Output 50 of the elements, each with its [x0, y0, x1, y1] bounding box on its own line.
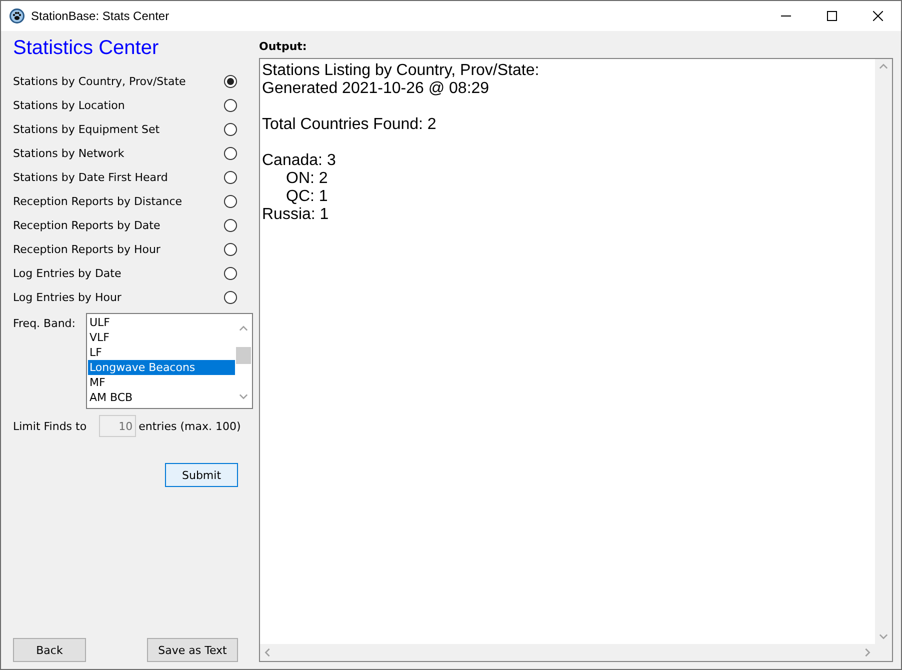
- output-line: Generated 2021-10-26 @ 08:29: [262, 80, 490, 98]
- scroll-thumb[interactable]: [236, 347, 250, 364]
- report-option-label: Stations by Country, Prov/State: [13, 74, 186, 88]
- close-icon: [873, 11, 883, 21]
- list-item[interactable]: AM BCB: [88, 390, 234, 405]
- output-line: QC: 1: [285, 188, 329, 206]
- output-label: Output:: [259, 40, 308, 55]
- submit-button[interactable]: Submit: [165, 463, 238, 487]
- radio-button[interactable]: [224, 266, 237, 280]
- output-line: Total Countries Found: 2: [262, 116, 438, 134]
- report-option-label: Reception Reports by Date: [13, 218, 160, 232]
- freq-band-label: Freq. Band:: [13, 317, 76, 330]
- output-line: ON: 2: [285, 170, 329, 188]
- report-option-label: Stations by Network: [13, 146, 124, 160]
- list-item[interactable]: VLF: [88, 330, 234, 345]
- radio-button[interactable]: [224, 290, 237, 304]
- scroll-up-icon[interactable]: [238, 324, 248, 333]
- list-item[interactable]: Longwave Beacons: [88, 360, 234, 375]
- report-option-label: Stations by Location: [13, 98, 125, 112]
- radio-button[interactable]: [224, 242, 237, 256]
- radio-button[interactable]: [224, 122, 237, 136]
- limit-field[interactable]: 10: [98, 415, 136, 437]
- radio-button[interactable]: [224, 98, 237, 112]
- radio-button[interactable]: [224, 146, 237, 160]
- footer-button[interactable]: Save as Text: [147, 638, 238, 662]
- window-title: StationBase: Stats Center: [31, 9, 170, 23]
- report-option-label: Log Entries by Date: [13, 266, 122, 280]
- scroll-down-icon[interactable]: [238, 392, 248, 401]
- report-option-label: Reception Reports by Distance: [13, 194, 182, 208]
- report-option-label: Stations by Equipment Set: [13, 122, 160, 136]
- maximize-icon: [827, 11, 837, 21]
- list-item[interactable]: LF: [88, 345, 234, 360]
- output-line: Canada: 3: [262, 152, 337, 170]
- freq-band-list[interactable]: ULF VLF LF Longwave Beacons MF AM BCB: [86, 313, 252, 409]
- report-option-label: Stations by Date First Heard: [13, 170, 168, 184]
- footer-button[interactable]: Back: [13, 638, 86, 662]
- limit-suffix: entries (max. 100): [138, 420, 241, 432]
- radio-button[interactable]: [224, 74, 237, 88]
- paw-icon: [9, 8, 25, 24]
- list-item[interactable]: ULF: [88, 315, 234, 330]
- limit-label: Limit Finds to: [13, 420, 87, 432]
- report-option-label: Log Entries by Hour: [13, 290, 122, 304]
- page-heading: Statistics Center: [13, 36, 160, 60]
- report-option-label: Reception Reports by Hour: [13, 242, 160, 256]
- radio-button[interactable]: [224, 218, 237, 232]
- radio-button[interactable]: [224, 194, 237, 208]
- output-line: Russia: 1: [262, 206, 330, 224]
- output-line: Stations Listing by Country, Prov/State:: [262, 62, 540, 80]
- list-item[interactable]: MF: [88, 375, 234, 390]
- radio-button[interactable]: [224, 170, 237, 184]
